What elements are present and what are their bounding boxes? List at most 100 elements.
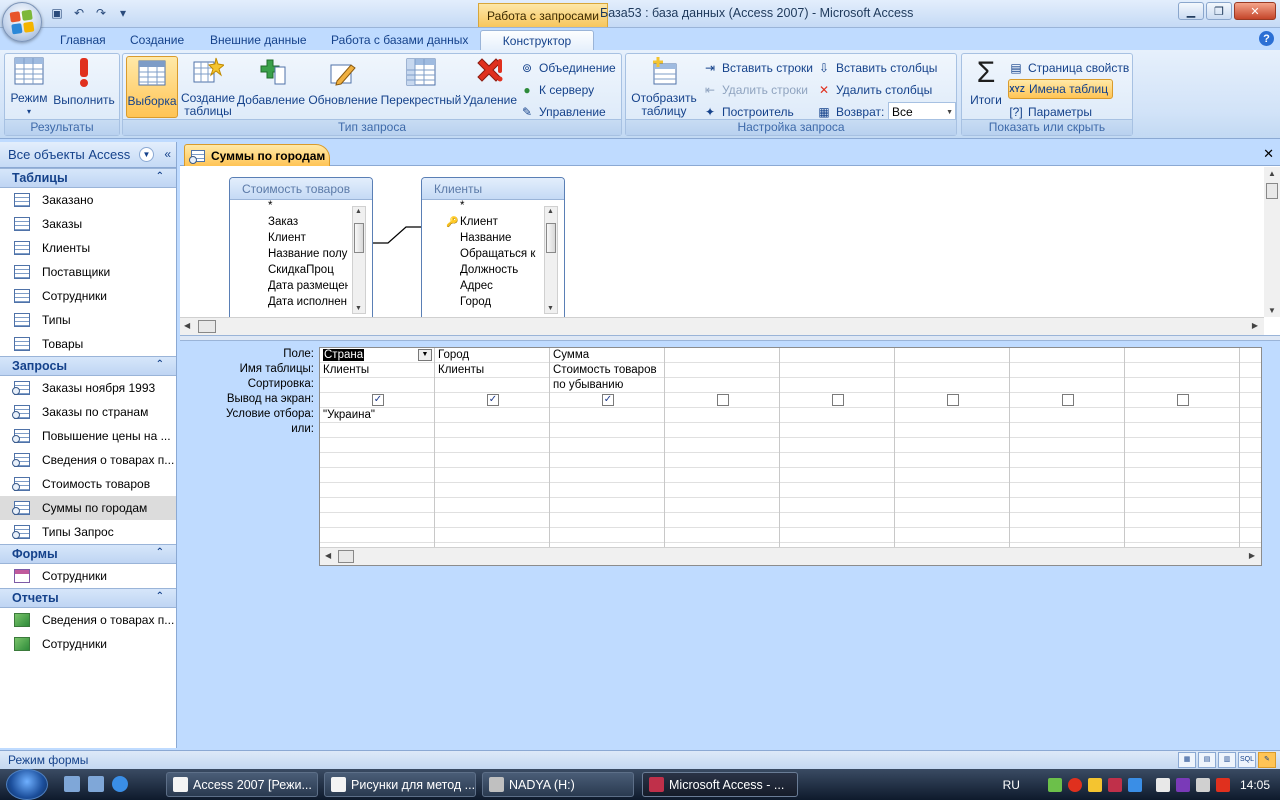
grid-cell-empty[interactable] — [320, 513, 434, 528]
append-button[interactable]: Добавление — [237, 56, 305, 118]
grid-cell-empty[interactable] — [665, 498, 779, 513]
show-checkbox[interactable]: ✓ — [487, 394, 499, 406]
show-checkbox[interactable]: ✓ — [602, 394, 614, 406]
grid-cell-empty[interactable] — [665, 513, 779, 528]
grid-cell-or[interactable] — [1010, 423, 1124, 438]
grid-cell-table[interactable] — [1240, 363, 1261, 378]
grid-cell-or[interactable] — [780, 423, 894, 438]
field-list-title[interactable]: Стоимость товаров — [230, 178, 372, 200]
grid-cell-table[interactable] — [1010, 363, 1124, 378]
diagram-vertical-scrollbar[interactable]: ▲ ▼ — [1264, 167, 1280, 317]
field-list-item[interactable]: Город — [422, 296, 540, 312]
grid-cell-empty[interactable] — [895, 453, 1009, 468]
grid-cell-sort[interactable]: по убыванию — [550, 378, 664, 393]
grid-cell-empty[interactable] — [1240, 438, 1261, 453]
pivottable-view-icon[interactable]: ▤ — [1198, 752, 1216, 768]
grid-cell-empty[interactable] — [665, 453, 779, 468]
union-button[interactable]: ⊚ Объединение — [519, 58, 616, 78]
select-query-button[interactable]: Выборка — [126, 56, 178, 118]
field-list-item[interactable]: Адрес — [422, 280, 540, 296]
nav-item-table[interactable]: Типы — [0, 308, 176, 332]
grid-cell-empty[interactable] — [1010, 483, 1124, 498]
nav-group-header[interactable]: Формы ⌃ — [0, 544, 176, 564]
grid-cell-empty[interactable] — [320, 438, 434, 453]
grid-cell-empty[interactable] — [1125, 438, 1239, 453]
grid-cell-criteria[interactable] — [1240, 408, 1261, 423]
nav-item-table[interactable]: Товары — [0, 332, 176, 356]
grid-cell-criteria[interactable] — [1010, 408, 1124, 423]
nav-item-table[interactable]: Заказано — [0, 188, 176, 212]
minimize-button[interactable]: ▁ — [1178, 2, 1204, 20]
show-checkbox[interactable] — [1177, 394, 1189, 406]
grid-cell-field[interactable]: Страна ▼ — [320, 348, 434, 363]
nav-item-report[interactable]: Сведения о товарах п... — [0, 608, 176, 632]
delete-query-button[interactable]: Удаление — [463, 56, 517, 118]
tab-design[interactable]: Конструктор — [480, 30, 594, 50]
network-icon[interactable] — [1155, 777, 1170, 792]
close-document-icon[interactable]: ✕ — [1263, 146, 1274, 162]
grid-cell-empty[interactable] — [435, 468, 549, 483]
grid-cell-empty[interactable] — [780, 438, 894, 453]
show-checkbox[interactable] — [832, 394, 844, 406]
grid-cell-empty[interactable] — [895, 468, 1009, 483]
grid-cell-show[interactable]: ✓ — [435, 393, 549, 408]
grid-cell-empty[interactable] — [1125, 513, 1239, 528]
show-checkbox[interactable] — [1062, 394, 1074, 406]
explorer-icon[interactable] — [64, 776, 80, 792]
grid-cell-empty[interactable] — [435, 483, 549, 498]
grid-cell-empty[interactable] — [780, 513, 894, 528]
show-table-button[interactable]: Отобразить таблицу — [628, 56, 700, 118]
grid-cell-empty[interactable] — [895, 498, 1009, 513]
tab-create[interactable]: Создание — [120, 30, 194, 50]
field-list-item[interactable]: Дата размещен — [230, 280, 348, 296]
grid-cell-empty[interactable] — [1010, 453, 1124, 468]
nav-item-query[interactable]: Сведения о товарах п... — [0, 448, 176, 472]
opera-icon[interactable] — [1067, 777, 1082, 792]
datasheet-view-icon[interactable]: ▦ — [1178, 752, 1196, 768]
grid-cell-field[interactable] — [1240, 348, 1261, 363]
grid-cell-or[interactable] — [1125, 423, 1239, 438]
property-sheet-button[interactable]: ▤ Страница свойств — [1008, 58, 1129, 78]
grid-cell-sort[interactable] — [1125, 378, 1239, 393]
grid-cell-empty[interactable] — [1125, 483, 1239, 498]
grid-cell-show[interactable] — [665, 393, 779, 408]
grid-cell-empty[interactable] — [550, 483, 664, 498]
nav-group-header[interactable]: Таблицы ⌃ — [0, 168, 176, 188]
grid-cell-empty[interactable] — [665, 528, 779, 543]
grid-cell-criteria[interactable] — [550, 408, 664, 423]
grid-cell-field[interactable] — [665, 348, 779, 363]
field-list-item[interactable]: Должность — [422, 264, 540, 280]
office-button[interactable] — [2, 2, 42, 42]
grid-cell-empty[interactable] — [780, 498, 894, 513]
tab-database-tools[interactable]: Работа с базами данных — [321, 30, 478, 50]
grid-cell-empty[interactable] — [435, 528, 549, 543]
grid-cell-empty[interactable] — [895, 528, 1009, 543]
tray-app-icon[interactable] — [1047, 777, 1062, 792]
nav-group-header[interactable]: Отчеты ⌃ — [0, 588, 176, 608]
field-list-cost-of-goods[interactable]: Стоимость товаров * Заказ Клиент Название п… — [229, 177, 373, 317]
grid-cell-empty[interactable] — [895, 513, 1009, 528]
grid-cell-criteria[interactable] — [435, 408, 549, 423]
grid-cell-empty[interactable] — [1240, 513, 1261, 528]
show-checkbox[interactable] — [717, 394, 729, 406]
redo-icon[interactable]: ↷ — [92, 4, 110, 22]
design-view-icon[interactable]: ✎ — [1258, 752, 1276, 768]
grid-cell-empty[interactable] — [1240, 453, 1261, 468]
grid-cell-sort[interactable] — [320, 378, 434, 393]
show-checkbox[interactable] — [947, 394, 959, 406]
grid-cell-field[interactable]: Сумма — [550, 348, 664, 363]
field-list-item[interactable]: Заказ — [230, 216, 348, 232]
field-list-item[interactable]: * — [230, 200, 348, 216]
grid-cell-empty[interactable] — [895, 483, 1009, 498]
maximize-button[interactable]: ❐ — [1206, 2, 1232, 20]
delete-rows-button[interactable]: ⇤ Удалить строки — [702, 80, 808, 100]
sql-view-icon[interactable]: SQL — [1238, 752, 1256, 768]
grid-cell-criteria[interactable] — [1125, 408, 1239, 423]
taskbar-button-pictures[interactable]: Рисунки для метод ... — [324, 772, 476, 797]
grid-cell-empty[interactable] — [780, 453, 894, 468]
grid-cell-empty[interactable] — [1010, 438, 1124, 453]
grid-cell-empty[interactable] — [435, 453, 549, 468]
grid-cell-empty[interactable] — [1125, 468, 1239, 483]
start-button[interactable] — [6, 769, 48, 800]
grid-cell-empty[interactable] — [780, 468, 894, 483]
